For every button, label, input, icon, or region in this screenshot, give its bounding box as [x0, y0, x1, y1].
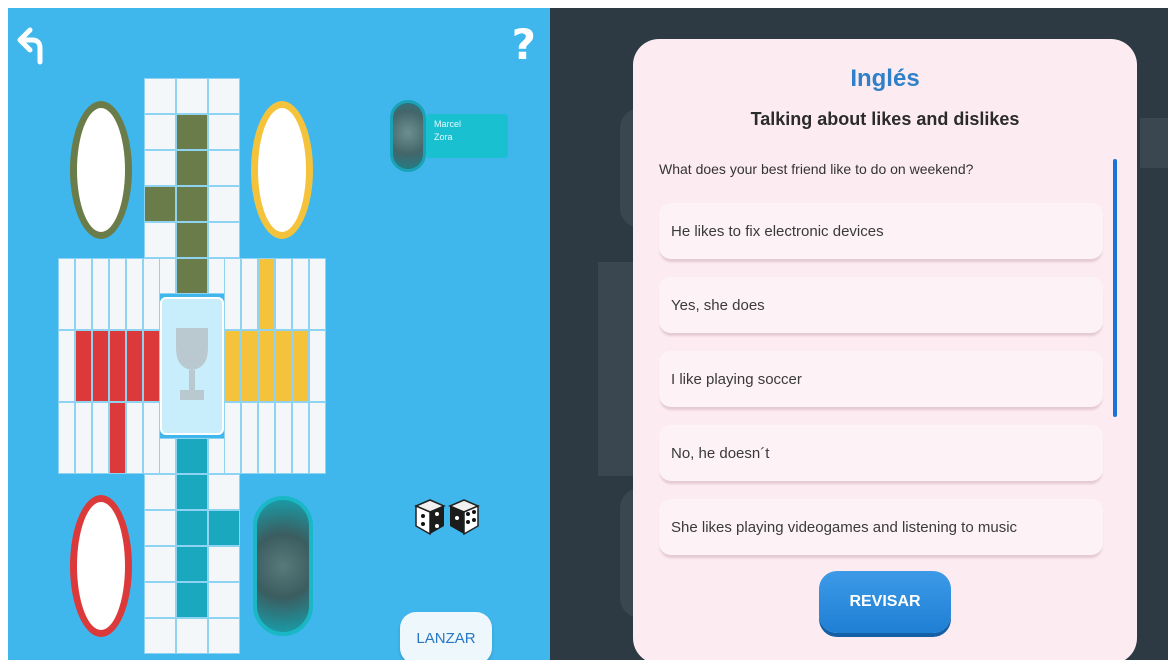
- board-cell: [75, 330, 92, 402]
- board-cell: [126, 402, 143, 474]
- green-home: [70, 101, 132, 239]
- board-cell: [75, 258, 92, 330]
- board-cell: [176, 78, 208, 114]
- player-avatar: [390, 100, 426, 172]
- board-cell-colored: [109, 402, 126, 474]
- board-cell: [208, 618, 240, 654]
- board-cell: [143, 402, 160, 474]
- board-cell: [143, 258, 160, 330]
- board-cell: [258, 402, 275, 474]
- board-cell-colored: [258, 258, 275, 330]
- board-cell: [58, 330, 75, 402]
- board-cell: [275, 402, 292, 474]
- board-cell: [309, 402, 326, 474]
- quiz-modal: Inglés Talking about likes and dislikes …: [633, 39, 1137, 660]
- board-cell: [241, 330, 258, 402]
- board-cell: [143, 330, 160, 402]
- board-cell: [176, 582, 208, 618]
- board-cell: [208, 150, 240, 186]
- dimmed-card-shape: [1140, 118, 1168, 168]
- board-cell: [208, 78, 240, 114]
- board-cell-colored: [144, 186, 176, 222]
- board-cell: [309, 258, 326, 330]
- board-cell: [144, 78, 176, 114]
- answer-option[interactable]: Yes, she does: [659, 277, 1103, 333]
- board-cell: [224, 402, 241, 474]
- board-cell: [144, 114, 176, 150]
- board-cell: [176, 150, 208, 186]
- board-cell: [144, 510, 176, 546]
- board-cell: [58, 258, 75, 330]
- board-cell: [176, 474, 208, 510]
- question-text: What does your best friend like to do on…: [659, 161, 974, 177]
- dice-icon-left[interactable]: [414, 498, 446, 536]
- board-cell: [176, 114, 208, 150]
- board-cell: [176, 222, 208, 258]
- board-cell: [208, 474, 240, 510]
- board-cell: [58, 402, 75, 474]
- dimmed-board-shape: [598, 262, 638, 476]
- help-icon[interactable]: ?: [512, 20, 536, 69]
- board-cell: [176, 186, 208, 222]
- board-cell: [241, 402, 258, 474]
- board-cell: [144, 582, 176, 618]
- board-cell: [208, 222, 240, 258]
- board-cell: [109, 330, 126, 402]
- trophy-icon: [176, 328, 208, 400]
- player-card: Marcel Zora: [390, 100, 510, 178]
- subject-title: Inglés: [850, 65, 920, 92]
- board-cell: [241, 258, 258, 330]
- board-cell: [144, 150, 176, 186]
- board-cell: [275, 258, 292, 330]
- board-cell: [92, 258, 109, 330]
- board-cell: [208, 546, 240, 582]
- topic-subtitle: Talking about likes and dislikes: [750, 109, 1020, 129]
- board-cell-colored: [208, 510, 240, 546]
- board-cell: [292, 330, 309, 402]
- board-cell: [176, 546, 208, 582]
- board-cell: [144, 618, 176, 654]
- board-cell: [144, 474, 176, 510]
- board-cell: [224, 330, 241, 402]
- launch-button[interactable]: LANZAR: [400, 612, 492, 660]
- board-cell: [176, 438, 208, 474]
- game-board-screen: ? Marcel Zora LANZAR: [8, 8, 550, 660]
- board-cell: [75, 402, 92, 474]
- red-home: [70, 495, 132, 637]
- board-cell: [224, 258, 241, 330]
- answer-option[interactable]: No, he doesn´t: [659, 425, 1103, 481]
- review-button[interactable]: REVISAR: [819, 571, 951, 633]
- board-cell: [176, 618, 208, 654]
- screenshot-frame: ? Marcel Zora LANZAR Inglés Talking abou…: [8, 8, 1168, 660]
- answer-option[interactable]: He likes to fix electronic devices: [659, 203, 1103, 259]
- yellow-home: [251, 101, 313, 239]
- back-arrow-icon[interactable]: [14, 26, 44, 66]
- board-cell: [176, 510, 208, 546]
- player-name: Marcel Zora: [434, 119, 462, 142]
- board-cell: [126, 330, 143, 402]
- board-cell: [208, 114, 240, 150]
- board-cell: [144, 222, 176, 258]
- board-cell: [309, 330, 326, 402]
- answer-option[interactable]: I like playing soccer: [659, 351, 1103, 407]
- board-cell: [208, 186, 240, 222]
- board-cell: [208, 582, 240, 618]
- board-cell: [275, 330, 292, 402]
- board-cell: [292, 402, 309, 474]
- board-cell: [258, 330, 275, 402]
- board-cell: [176, 258, 208, 294]
- board-cell: [126, 258, 143, 330]
- board-cell: [92, 330, 109, 402]
- teal-home-player-avatar: [253, 496, 313, 636]
- board-cell: [144, 546, 176, 582]
- board-cell: [292, 258, 309, 330]
- dice-icon-right[interactable]: [448, 498, 480, 536]
- board-cell: [92, 402, 109, 474]
- options-scrollbar[interactable]: [1113, 159, 1117, 417]
- answer-option[interactable]: She likes playing videogames and listeni…: [659, 499, 1103, 555]
- board-cell: [109, 258, 126, 330]
